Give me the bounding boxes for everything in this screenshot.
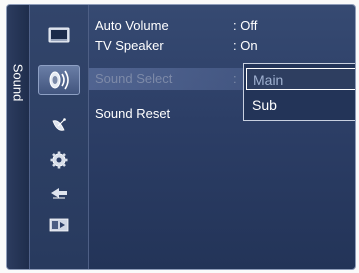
- auto-volume-label: Auto Volume: [95, 18, 169, 33]
- sound-select-label: Sound Select: [95, 71, 173, 86]
- auto-volume-value: : Off: [233, 18, 258, 33]
- application-icon[interactable]: [47, 213, 71, 237]
- menu-item-auto-volume[interactable]: Auto Volume : Off: [89, 17, 355, 35]
- menu-item-tv-speaker[interactable]: TV Speaker : On: [89, 37, 355, 55]
- category-icon-column: [30, 5, 89, 269]
- sound-icon[interactable]: [38, 65, 80, 95]
- sound-select-value: :: [233, 71, 237, 86]
- sound-select-dropdown[interactable]: Main Sub: [243, 63, 355, 121]
- tab-sound-label: Sound: [10, 63, 26, 101]
- sound-reset-label: Sound Reset: [95, 106, 171, 121]
- osd-menu-panel: Sound Auto Volume: Off TV Speaker: On …: [6, 4, 356, 270]
- sound-menu-content: Auto Volume : Off TV Speaker : On Sound …: [89, 5, 355, 269]
- channel-icon[interactable]: [47, 113, 71, 137]
- setup-icon[interactable]: [47, 148, 71, 172]
- dropdown-option-main[interactable]: Main: [246, 68, 355, 90]
- picture-icon[interactable]: [47, 23, 71, 47]
- tab-sound[interactable]: Sound: [7, 47, 29, 117]
- dropdown-option-sub[interactable]: Sub: [246, 94, 355, 116]
- input-icon[interactable]: [47, 181, 71, 205]
- category-tab-bar: Sound: [7, 5, 30, 269]
- tv-speaker-label: TV Speaker: [95, 38, 164, 53]
- tv-speaker-value: : On: [233, 38, 258, 53]
